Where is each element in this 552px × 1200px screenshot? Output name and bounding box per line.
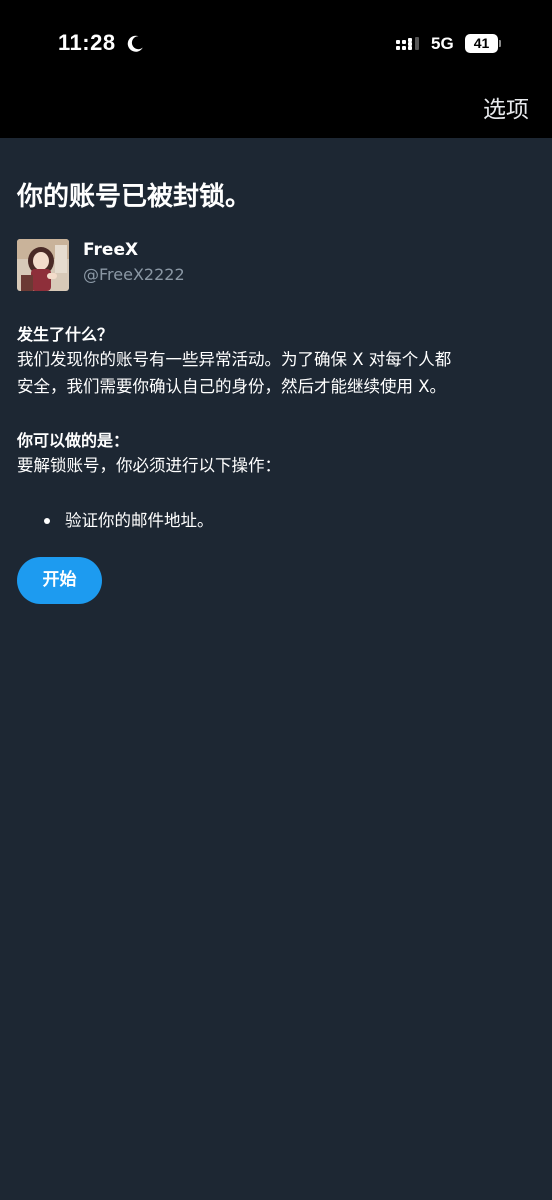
status-time: 11:28 <box>58 30 116 55</box>
bullet-icon <box>44 518 50 524</box>
avatar-image <box>17 239 69 291</box>
what-happened-line-2: 安全，我们需要你确认自己的身份，然后才能继续使用 X。 <box>17 377 447 396</box>
options-button[interactable]: 选项 <box>483 90 529 124</box>
signal-icon <box>396 37 419 50</box>
battery-icon: 41 <box>465 34 501 54</box>
what-happened-line-1: 我们发现你的账号有一些异常活动。为了确保 X 对每个人都 <box>17 350 452 369</box>
what-you-can-do-intro: 要解锁账号，你必须进行以下操作： <box>17 456 281 475</box>
battery-tip <box>499 40 501 47</box>
moon-icon <box>127 35 143 52</box>
account-handle: @FreeX2222 <box>83 265 185 284</box>
page-title: 你的账号已被封锁。 <box>17 182 252 212</box>
top-bar: 11:28 5G 41 选项 <box>0 0 552 138</box>
avatar[interactable] <box>17 239 69 291</box>
list-item-label: 验证你的邮件地址。 <box>65 511 214 530</box>
what-happened-heading: 发生了什么？ <box>17 325 114 344</box>
start-button[interactable]: 开始 <box>17 557 102 604</box>
display-name: FreeX <box>83 240 139 260</box>
battery-level: 41 <box>473 35 490 51</box>
network-label: 5G <box>431 34 454 53</box>
what-you-can-do-heading: 你可以做的是： <box>17 431 130 450</box>
